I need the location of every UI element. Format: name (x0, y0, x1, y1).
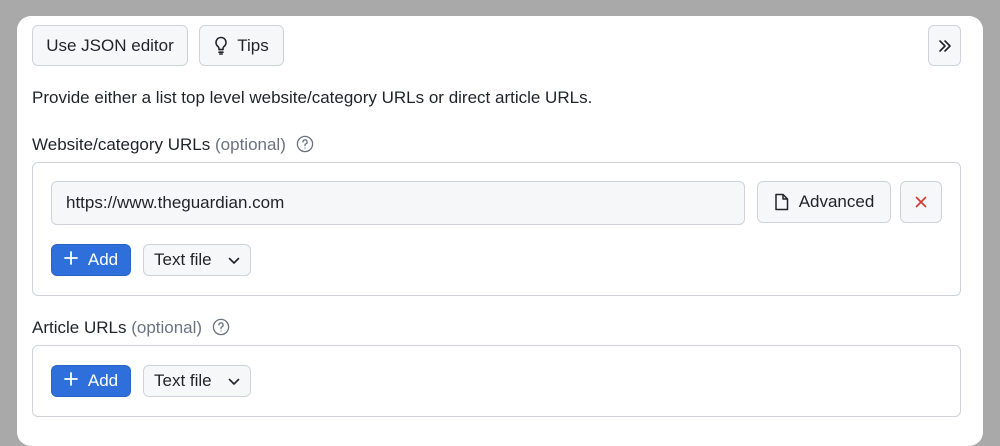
plus-icon (63, 250, 78, 270)
use-json-editor-button[interactable]: Use JSON editor (32, 25, 188, 66)
remove-url-button[interactable] (900, 181, 942, 223)
intro-text: Provide either a list top level website/… (32, 88, 593, 107)
add-label: Add (87, 371, 119, 390)
source-select-value: Text file (154, 250, 212, 269)
article-source-select[interactable]: Text file (143, 365, 251, 397)
advanced-label: Advanced (798, 192, 875, 211)
website-urls-label: Website/category URLs (32, 135, 211, 154)
article-urls-heading: Article URLs (optional) (32, 318, 230, 341)
add-label: Add (87, 250, 119, 269)
lightbulb-icon (214, 36, 228, 55)
file-icon (774, 193, 789, 211)
article-urls-label: Article URLs (32, 318, 127, 337)
chevron-down-icon (228, 371, 240, 391)
tips-label: Tips (237, 35, 269, 55)
add-article-url-button[interactable]: Add (51, 365, 131, 397)
chevron-down-icon (228, 250, 240, 270)
website-url-input[interactable] (51, 181, 745, 225)
close-icon (915, 196, 927, 208)
input-form-card: Use JSON editor Tips Provide either a li… (17, 16, 983, 446)
question-circle-icon[interactable] (296, 135, 314, 158)
website-urls-group: Advanced Add Text file (32, 162, 961, 296)
advanced-button[interactable]: Advanced (757, 181, 891, 223)
website-urls-optional: (optional) (215, 135, 286, 154)
website-source-select[interactable]: Text file (143, 244, 251, 276)
add-website-url-button[interactable]: Add (51, 244, 131, 276)
question-circle-icon[interactable] (212, 318, 230, 341)
expand-panel-button[interactable] (928, 25, 961, 66)
article-urls-optional: (optional) (131, 318, 203, 337)
tips-button[interactable]: Tips (199, 25, 284, 66)
plus-icon (63, 371, 78, 391)
article-urls-group: Add Text file (32, 345, 961, 417)
source-select-value: Text file (154, 371, 212, 390)
double-chevron-right-icon (938, 39, 952, 53)
website-urls-heading: Website/category URLs (optional) (32, 135, 314, 158)
